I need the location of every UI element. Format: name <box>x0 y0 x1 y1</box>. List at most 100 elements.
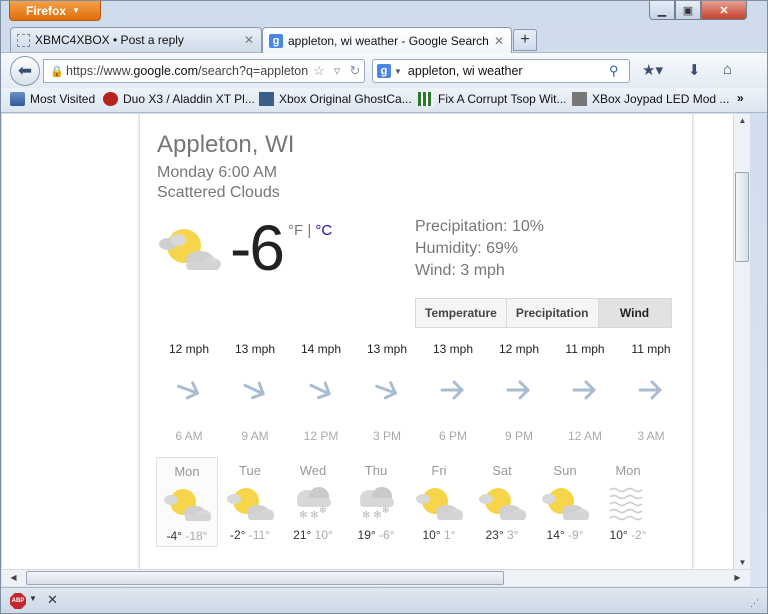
wind-direction-arrow-icon <box>375 381 397 400</box>
scroll-right-arrow-icon[interactable]: ▶ <box>730 573 745 582</box>
low-temp: -6° <box>379 528 395 542</box>
wind-speed: 11 mph <box>565 342 605 356</box>
hourly-wind-item: 12 mph 9 PM <box>486 342 552 443</box>
scroll-up-arrow-icon[interactable]: ▲ <box>735 116 750 125</box>
day-name: Tue <box>239 463 261 478</box>
forecast-time: 12 PM <box>303 429 339 443</box>
bookmarks-folder-icon <box>10 92 25 106</box>
partly-cloudy-icon <box>478 484 526 522</box>
firefox-menu-button[interactable]: Firefox ▼ <box>9 1 101 21</box>
bookmarks-menu-icon[interactable]: ★▾ <box>642 61 663 79</box>
humidity-stat: Humidity: 69% <box>415 240 519 257</box>
wind-direction-arrow-icon <box>506 380 530 400</box>
dropdown-icon[interactable]: ▿ <box>328 63 346 79</box>
maximize-button[interactable]: ▣ <box>675 1 701 20</box>
partly-cloudy-icon <box>226 484 274 522</box>
forecast-time: 6 AM <box>175 429 203 443</box>
back-arrow-icon: ⬅ <box>17 61 33 80</box>
url-prefix: https://www. <box>66 64 134 78</box>
daily-forecast-day[interactable]: Sat 23° 3° <box>471 457 533 547</box>
title-bar: Firefox ▼ ▁ ▣ ✕ <box>1 1 767 25</box>
bookmark-label: XBox Joypad LED Mod ... <box>592 92 730 106</box>
back-button[interactable]: ⬅ <box>10 56 40 86</box>
fog-icon <box>604 484 652 522</box>
hourly-wind-item: 13 mph 3 PM <box>354 342 420 443</box>
search-engine-icon[interactable]: g <box>377 64 391 78</box>
bookmark-fix-tsop[interactable]: Fix A Corrupt Tsop Wit... <box>418 92 566 106</box>
scroll-down-arrow-icon[interactable]: ▼ <box>735 558 750 567</box>
tab-xbmc[interactable]: XBMC4XBOX • Post a reply ✕ <box>10 27 262 52</box>
minimize-button[interactable]: ▁ <box>649 1 675 20</box>
close-button[interactable]: ✕ <box>701 1 747 20</box>
tab-google-search[interactable]: g appleton, wi weather - Google Search ✕ <box>262 27 512 53</box>
url-text: https://www.google.com/search?q=appleton <box>66 64 310 78</box>
downloads-icon[interactable]: ⬇ <box>688 61 701 79</box>
horizontal-scroll-thumb[interactable] <box>26 571 504 585</box>
unit-toggle: °F | °C <box>288 222 332 239</box>
close-tab-icon[interactable]: ✕ <box>491 34 507 48</box>
bookmark-most-visited[interactable]: Most Visited <box>10 92 95 106</box>
forecast-time: 6 PM <box>438 429 467 443</box>
hourly-wind-item: 13 mph 9 AM <box>222 342 288 443</box>
daily-forecast-day[interactable]: Mon -4° -18° <box>156 457 218 547</box>
bookmark-xbox-ghostcase[interactable]: Xbox Original GhostCa... <box>259 92 412 106</box>
daily-forecast-day[interactable]: Fri 10° 1° <box>408 457 470 547</box>
high-temp: 14° <box>546 528 565 542</box>
celsius-link[interactable]: °C <box>315 222 332 239</box>
partly-cloudy-icon <box>415 484 463 522</box>
home-icon[interactable]: ⌂ <box>723 61 732 78</box>
bookmark-label: Most Visited <box>30 92 96 106</box>
wind-button[interactable]: Wind <box>598 299 671 327</box>
day-name: Mon <box>615 463 641 478</box>
partly-cloudy-icon <box>541 484 589 522</box>
chevron-down-icon[interactable]: ▼ <box>394 67 402 76</box>
low-temp: -9° <box>568 528 584 542</box>
daily-forecast-day[interactable]: Thu ✻ ✻ ✻ 19° -6° <box>345 457 407 547</box>
high-temp: 21° <box>293 528 312 542</box>
daily-forecast-day[interactable]: Wed ✻ ✻ ✻ 21° 10° <box>282 457 344 547</box>
vertical-scroll-thumb[interactable] <box>735 172 749 262</box>
search-bar[interactable]: g ▼ appleton, wi weather ⚲ <box>372 59 630 83</box>
close-tab-icon[interactable]: ✕ <box>241 33 257 47</box>
fahrenheit-unit[interactable]: °F <box>288 222 303 239</box>
resize-grip-icon[interactable]: ⋰ <box>750 598 759 609</box>
addon-bar: ABP ▼ ✕ ⋰ <box>1 587 767 613</box>
svg-text:✻ ✻: ✻ ✻ <box>299 510 319 521</box>
bookmarks-toolbar: Most Visited Duo X3 / Aladdin XT Pl... X… <box>1 88 767 113</box>
lock-icon: 🔒 <box>50 65 64 78</box>
chevron-down-icon[interactable]: ▼ <box>29 594 37 603</box>
forecast-time: 3 AM <box>637 429 665 443</box>
close-icon: ✕ <box>719 4 729 17</box>
search-icon[interactable]: ⚲ <box>609 63 629 79</box>
close-addon-bar-icon[interactable]: ✕ <box>47 592 58 608</box>
bookmark-label: Fix A Corrupt Tsop Wit... <box>438 92 567 106</box>
new-tab-button[interactable]: + <box>513 29 537 51</box>
high-temp: 10° <box>609 528 628 542</box>
hourly-wind-item: 11 mph 12 AM <box>552 342 618 443</box>
google-icon: g <box>269 33 283 48</box>
daily-forecast-day[interactable]: Tue -2° -11° <box>219 457 281 547</box>
wind-direction-arrow-icon <box>177 381 199 400</box>
bookmark-joypad-led[interactable]: XBox Joypad LED Mod ... <box>572 92 729 106</box>
daily-forecast-day[interactable]: Sun 14° -9° <box>534 457 596 547</box>
svg-text:✻: ✻ <box>319 505 327 515</box>
current-temperature: -6 <box>230 212 285 284</box>
url-bar[interactable]: 🔒 https://www.google.com/search?q=applet… <box>43 59 365 83</box>
partly-cloudy-icon <box>163 485 211 523</box>
daily-forecast-day[interactable]: Mon 10° -2° <box>597 457 659 547</box>
more-bookmarks-button[interactable]: » <box>737 91 744 105</box>
plus-icon: + <box>520 31 530 48</box>
temperature-button[interactable]: Temperature <box>416 299 507 327</box>
precipitation-button[interactable]: Precipitation <box>506 299 599 327</box>
reload-icon[interactable]: ↻ <box>346 63 364 79</box>
adblock-plus-icon[interactable]: ABP <box>10 593 26 609</box>
svg-text:✻: ✻ <box>382 505 390 515</box>
vertical-scrollbar[interactable]: ▲ ▼ <box>733 114 750 569</box>
day-name: Sat <box>492 463 512 478</box>
search-input[interactable]: appleton, wi weather <box>408 64 609 78</box>
horizontal-scrollbar[interactable]: ◀ ▶ <box>2 569 750 586</box>
bookmark-star-icon[interactable]: ☆ <box>310 63 328 79</box>
scroll-left-arrow-icon[interactable]: ◀ <box>6 573 21 582</box>
bookmark-duo-x3[interactable]: Duo X3 / Aladdin XT Pl... <box>103 92 255 106</box>
wind-direction-arrow-icon <box>309 381 331 400</box>
